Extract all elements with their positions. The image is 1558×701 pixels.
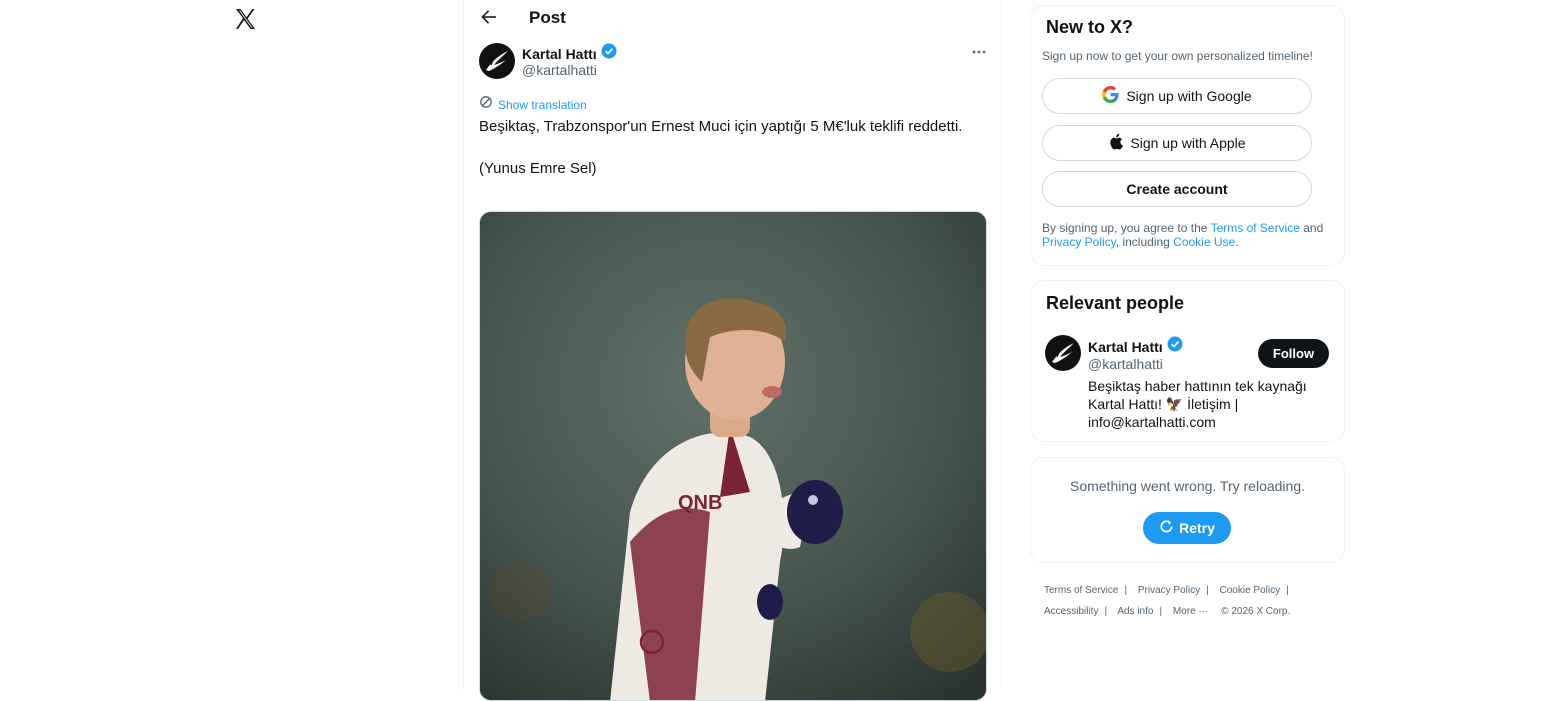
translate-row[interactable]: Show translation	[479, 95, 587, 114]
retry-button[interactable]: Retry	[1143, 512, 1231, 544]
more-horizontal-icon[interactable]	[969, 44, 989, 60]
relevant-person-name[interactable]: Kartal Hattı	[1088, 339, 1163, 355]
copyright: © 2026 X Corp.	[1221, 606, 1291, 617]
author-handle[interactable]: @kartalhatti	[522, 62, 597, 78]
signup-apple-label: Sign up with Apple	[1130, 135, 1246, 151]
relevant-people-card: Relevant people Kartal Hattı @kartalhatt…	[1030, 280, 1345, 442]
retry-label: Retry	[1179, 520, 1215, 536]
privacy-policy-link[interactable]: Privacy Policy	[1042, 235, 1116, 249]
show-translation-link[interactable]: Show translation	[498, 98, 587, 112]
create-account-button[interactable]: Create account	[1042, 171, 1312, 207]
signup-google-label: Sign up with Google	[1126, 88, 1252, 104]
author-name[interactable]: Kartal Hattı	[522, 46, 597, 62]
footer-terms-link[interactable]: Terms of Service	[1044, 585, 1118, 596]
relevant-person-bio: Beşiktaş haber hattının tek kaynağı Kart…	[1088, 378, 1307, 430]
google-icon	[1102, 86, 1119, 106]
footer-ads-info-link[interactable]: Ads info	[1117, 606, 1153, 617]
refresh-icon	[1159, 519, 1174, 537]
back-arrow-icon[interactable]	[478, 6, 500, 28]
new-to-x-title: New to X?	[1046, 17, 1134, 37]
footer-privacy-link[interactable]: Privacy Policy	[1138, 585, 1200, 596]
terms-notice: By signing up, you agree to the Terms of…	[1042, 221, 1324, 249]
avatar[interactable]	[1045, 335, 1081, 371]
footer-accessibility-link[interactable]: Accessibility	[1044, 606, 1098, 617]
footer-more-link[interactable]: More ···	[1173, 606, 1209, 617]
terms-of-service-link[interactable]: Terms of Service	[1211, 221, 1300, 235]
signup-subtitle: Sign up now to get your own personalized…	[1042, 49, 1313, 63]
player-photo[interactable]: QNB	[479, 211, 987, 701]
error-card: Something went wrong. Try reloading. Ret…	[1030, 457, 1345, 563]
x-logo-icon[interactable]	[233, 7, 257, 31]
relevant-person-handle[interactable]: @kartalhatti	[1088, 356, 1163, 372]
error-message: Something went wrong. Try reloading.	[1069, 478, 1305, 494]
footer-links: Terms of Service | Privacy Policy | Cookie…	[1044, 585, 1291, 617]
footer-cookie-link[interactable]: Cookie Policy	[1220, 585, 1281, 596]
new-to-x-card: New to X? Sign up now to get your own pe…	[1030, 5, 1345, 266]
author-avatar[interactable]	[479, 43, 515, 79]
svg-text:QNB: QNB	[678, 492, 722, 514]
signup-google-button[interactable]: Sign up with Google	[1042, 78, 1312, 114]
page-title: Post	[529, 8, 566, 27]
follow-button[interactable]: Follow	[1258, 339, 1329, 368]
translate-icon	[479, 95, 493, 114]
tweet-text: Beşiktaş, Trabzonspor'un Ernest Muci içi…	[479, 118, 963, 177]
verified-badge-icon	[601, 43, 617, 64]
cookie-use-link[interactable]: Cookie Use	[1173, 235, 1235, 249]
apple-icon	[1108, 133, 1124, 153]
signup-apple-button[interactable]: Sign up with Apple	[1042, 125, 1312, 161]
relevant-people-title: Relevant people	[1046, 293, 1185, 313]
main-column: Post Kartal Hattı @kartalhatti Show tran…	[463, 0, 1002, 701]
verified-badge-icon	[1167, 336, 1183, 357]
